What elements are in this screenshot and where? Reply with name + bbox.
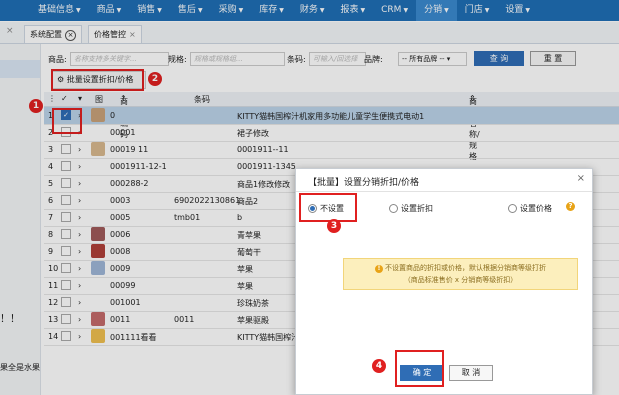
radio-icon [389,204,398,213]
radio-set-discount[interactable]: 设置折扣 [389,203,433,214]
help-icon[interactable]: ? [566,202,575,211]
close-icon[interactable]: × [577,173,585,184]
radio-set-price[interactable]: 设置价格 [508,203,552,214]
dialog-title: 【批量】设置分销折扣/价格 [308,178,420,188]
highlight-box-4 [395,350,444,387]
cancel-button[interactable]: 取 消 [449,365,493,381]
warning-icon: ! [375,265,383,273]
highlight-box-3 [299,193,357,222]
step-badge-4: 4 [372,359,386,373]
radio-icon [508,204,517,213]
dialog-title-bar: 【批量】设置分销折扣/价格 × [296,169,592,192]
warning-message: ! 不设置商品的折扣或价格，默认根据分销商等级打折 （商品标准售价 x 分销商等级… [343,258,578,290]
step-badge-3: 3 [327,219,341,233]
